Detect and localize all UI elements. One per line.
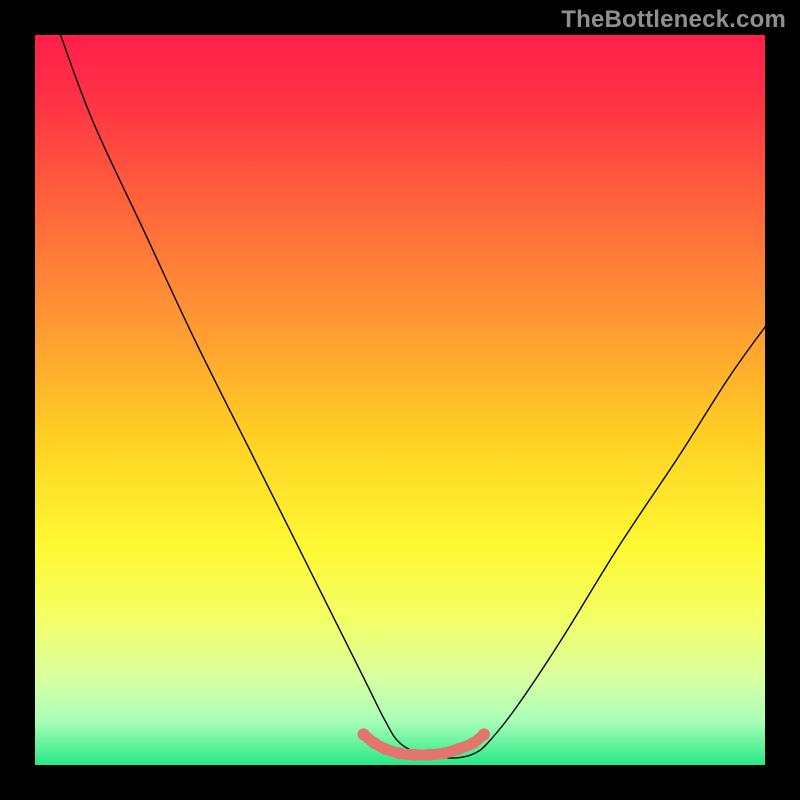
watermark-text: TheBottleneck.com [561,6,786,34]
chart-plot-area [35,35,765,765]
chart-background [35,35,765,765]
chart-svg [35,35,765,765]
chart-frame: TheBottleneck.com [0,0,800,800]
